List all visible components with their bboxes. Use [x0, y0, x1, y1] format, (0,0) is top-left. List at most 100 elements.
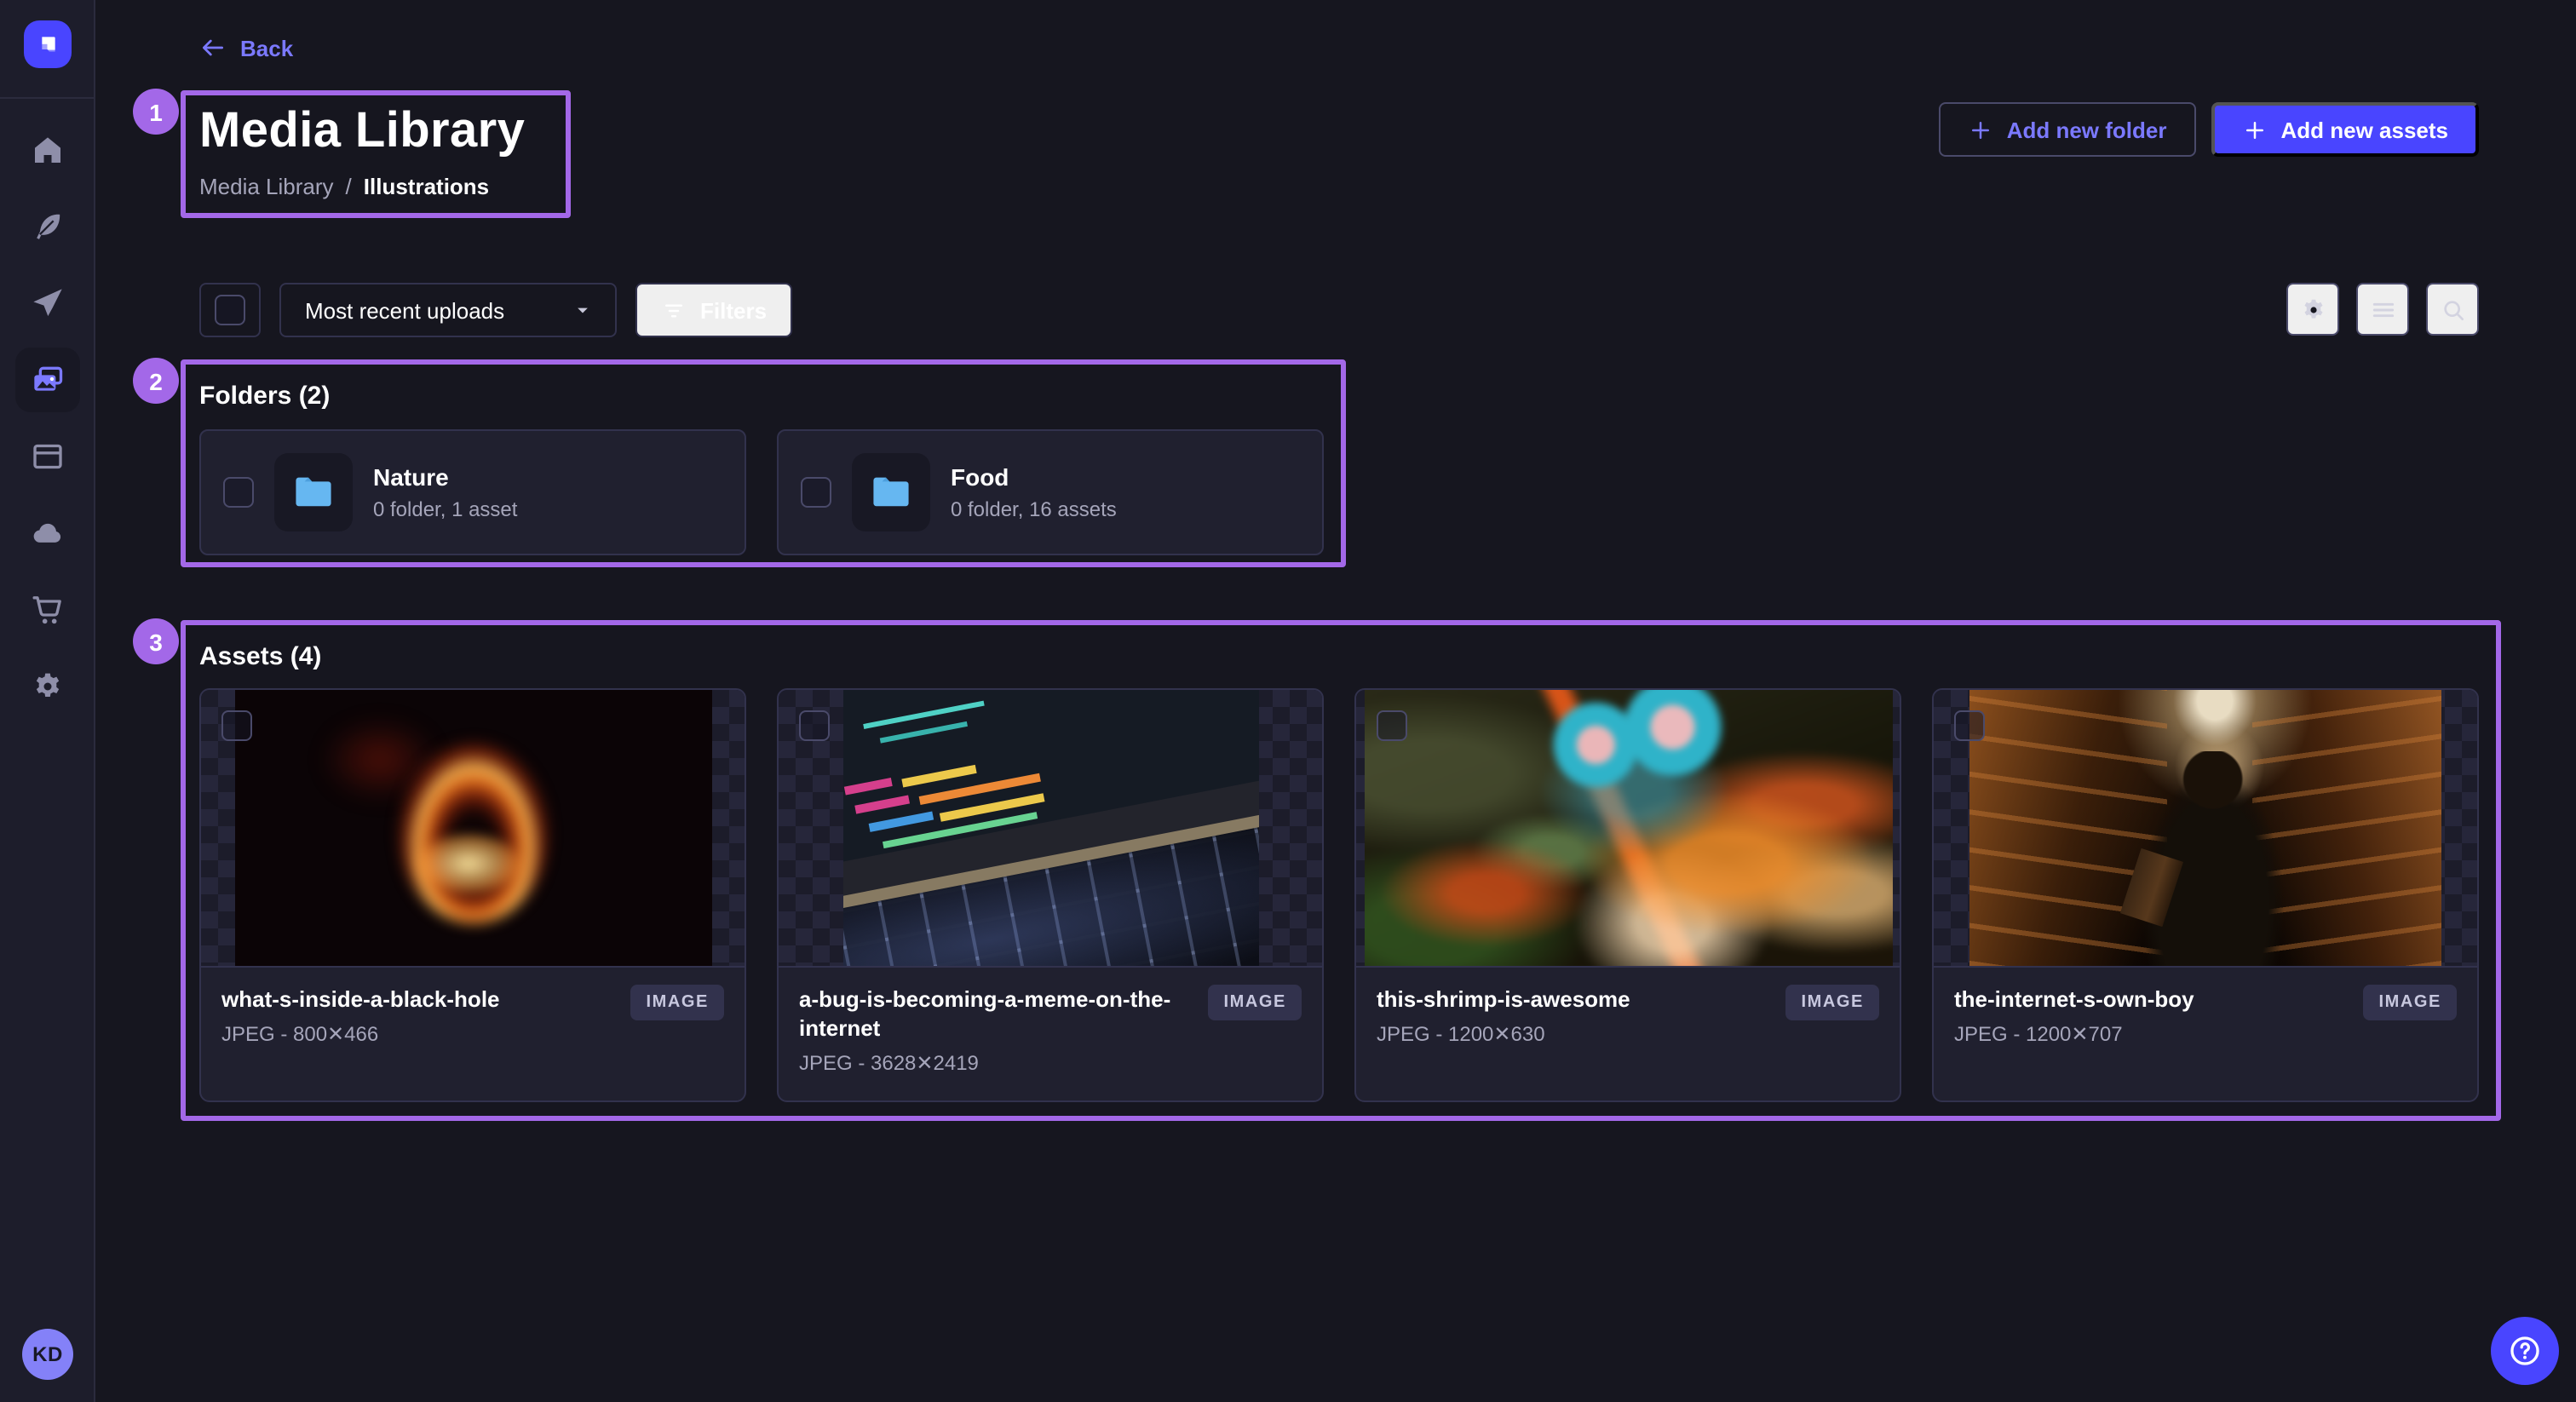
asset-checkbox[interactable] [1377, 710, 1407, 741]
strapi-logo-icon[interactable] [24, 20, 72, 68]
asset-title: a-bug-is-becoming-a-meme-on-the-internet [799, 985, 1194, 1043]
folder-name: Food [951, 463, 1117, 491]
folder-card-food[interactable]: Food 0 folder, 16 assets [777, 429, 1324, 555]
page-head: Media Library Media Library / Illustrati… [199, 104, 525, 199]
asset-meta: JPEG - 1200✕707 [1954, 1022, 2457, 1046]
breadcrumb-current: Illustrations [364, 174, 489, 199]
help-button[interactable] [2491, 1317, 2559, 1385]
asset-thumbnail [201, 690, 745, 968]
asset-footer: what-s-inside-a-black-hole JPEG - 800✕46… [201, 968, 745, 1100]
chevron-down-icon [571, 298, 595, 322]
annotation-badge-3: 3 [133, 618, 179, 664]
asset-checkbox[interactable] [1954, 710, 1985, 741]
asset-type-badge: IMAGE [1208, 985, 1302, 1020]
add-new-folder-label: Add new folder [2007, 117, 2167, 142]
folder-icon [291, 470, 336, 514]
view-settings-button[interactable] [2286, 283, 2339, 336]
cart-icon [31, 593, 65, 627]
folder-meta: 0 folder, 16 assets [951, 497, 1117, 521]
add-new-folder-button[interactable]: Add new folder [1939, 102, 2196, 157]
layout-icon [31, 440, 65, 474]
asset-title: what-s-inside-a-black-hole [221, 985, 617, 1014]
asset-thumbnail [1356, 690, 1900, 968]
sidebar-item-home[interactable] [31, 133, 65, 167]
asset-checkbox[interactable] [799, 710, 830, 741]
list-view-button[interactable] [2356, 283, 2409, 336]
sidebar-item-marketplace[interactable] [31, 593, 65, 627]
annotation-badge-1: 1 [133, 89, 179, 135]
filter-icon [661, 297, 687, 323]
library-portrait-image [1969, 690, 2441, 966]
breadcrumb-parent[interactable]: Media Library [199, 174, 334, 199]
asset-card-internets-own-boy[interactable]: the-internet-s-own-boy JPEG - 1200✕707 I… [1932, 688, 2479, 1102]
list-icon [2369, 296, 2396, 323]
cloud-icon [31, 516, 65, 550]
folders-grid: Nature 0 folder, 1 asset Food 0 folder, … [199, 429, 1324, 555]
home-icon [31, 133, 65, 167]
page-title: Media Library [199, 104, 525, 160]
header-actions: Add new folder Add new assets [1939, 102, 2479, 157]
annotation-badge-2: 2 [133, 358, 179, 404]
assets-heading: Assets (4) [199, 642, 321, 671]
folder-info: Food 0 folder, 16 assets [951, 463, 1117, 521]
sidebar-item-settings[interactable] [31, 669, 65, 704]
user-avatar[interactable]: KD [22, 1329, 73, 1380]
search-button[interactable] [2426, 283, 2479, 336]
sidebar-item-content-type-builder[interactable] [31, 440, 65, 474]
sidebar-item-media-library[interactable] [31, 363, 65, 397]
folder-tile [274, 453, 353, 531]
add-new-assets-label: Add new assets [2280, 117, 2448, 142]
paper-plane-icon [31, 286, 65, 320]
mantis-shrimp-image [1364, 690, 1892, 966]
gear-icon [2299, 296, 2326, 323]
feather-icon [31, 210, 65, 244]
asset-card-shrimp[interactable]: this-shrimp-is-awesome JPEG - 1200✕630 I… [1354, 688, 1901, 1102]
black-hole-glow [320, 717, 440, 802]
folder-meta: 0 folder, 1 asset [373, 497, 517, 521]
asset-footer: this-shrimp-is-awesome JPEG - 1200✕630 I… [1356, 968, 1900, 1100]
sidebar-item-releases[interactable] [31, 286, 65, 320]
filters-button[interactable]: Filters [635, 283, 792, 337]
assets-grid: what-s-inside-a-black-hole JPEG - 800✕46… [199, 688, 2479, 1102]
sort-dropdown-value: Most recent uploads [305, 297, 504, 323]
images-icon [31, 363, 65, 397]
back-label: Back [240, 35, 293, 60]
asset-card-bug-meme[interactable]: a-bug-is-becoming-a-meme-on-the-internet… [777, 688, 1324, 1102]
folder-card-nature[interactable]: Nature 0 folder, 1 asset [199, 429, 746, 555]
asset-checkbox[interactable] [221, 710, 252, 741]
help-question-icon [2506, 1332, 2544, 1370]
folder-checkbox[interactable] [801, 477, 831, 508]
sidebar-divider [0, 97, 94, 99]
search-icon [2439, 296, 2466, 323]
asset-meta: JPEG - 800✕466 [221, 1022, 724, 1046]
folder-tile [852, 453, 930, 531]
folder-icon [869, 470, 913, 514]
add-new-assets-button[interactable]: Add new assets [2211, 102, 2479, 157]
asset-thumbnail [1934, 690, 2477, 968]
sidebar-item-content[interactable] [31, 210, 65, 244]
asset-card-black-hole[interactable]: what-s-inside-a-black-hole JPEG - 800✕46… [199, 688, 746, 1102]
folder-info: Nature 0 folder, 1 asset [373, 463, 517, 521]
media-library-page: KD Back Media Library Media Library / Il… [0, 0, 2576, 1402]
asset-type-badge: IMAGE [1785, 985, 1879, 1020]
plus-icon [1968, 117, 1993, 142]
sidebar-item-deploy[interactable] [31, 516, 65, 550]
asset-footer: a-bug-is-becoming-a-meme-on-the-internet… [779, 968, 1322, 1100]
gear-icon [31, 669, 65, 704]
folder-name: Nature [373, 463, 517, 491]
breadcrumb: Media Library / Illustrations [199, 174, 525, 199]
breadcrumb-separator: / [346, 174, 352, 199]
asset-meta: JPEG - 3628✕2419 [799, 1051, 1302, 1075]
asset-meta: JPEG - 1200✕630 [1377, 1022, 1879, 1046]
back-link[interactable]: Back [199, 34, 293, 61]
black-hole-image [234, 690, 711, 966]
folder-checkbox[interactable] [223, 477, 254, 508]
select-all-checkbox[interactable] [215, 295, 245, 325]
folders-heading: Folders (2) [199, 382, 330, 411]
asset-title: this-shrimp-is-awesome [1377, 985, 1772, 1014]
sort-dropdown[interactable]: Most recent uploads [279, 283, 617, 337]
select-all-container [199, 283, 261, 337]
toolbar-left: Most recent uploads Filters [199, 283, 792, 337]
arrow-left-icon [199, 34, 227, 61]
asset-type-badge: IMAGE [630, 985, 724, 1020]
